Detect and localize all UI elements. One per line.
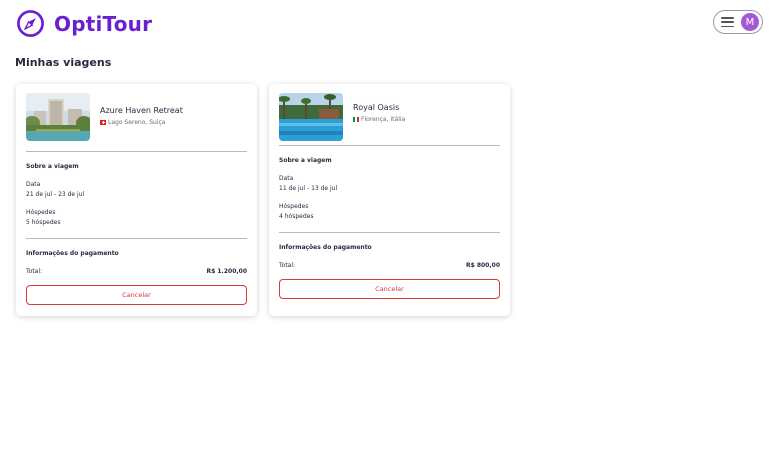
location-text: Lago Sereno, Suiça xyxy=(108,119,166,126)
hotel-name: Royal Oasis xyxy=(353,103,400,112)
avatar: M xyxy=(741,13,759,31)
date-label: Data xyxy=(26,181,41,188)
top-bar: OptiTour M xyxy=(0,0,772,46)
app-logo[interactable]: OptiTour xyxy=(16,9,152,38)
total-value: R$ 1.200,00 xyxy=(206,268,248,275)
user-menu-button[interactable]: M xyxy=(713,10,763,34)
divider xyxy=(279,232,500,233)
divider xyxy=(26,238,247,239)
hotel-location: Lago Sereno, Suiça xyxy=(100,119,165,126)
hotel-location: Florença, Itália xyxy=(353,116,405,123)
italy-flag-icon xyxy=(353,117,359,122)
trip-card: Azure Haven Retreat Lago Sereno, Suiça S… xyxy=(16,84,257,316)
total-label: Total: xyxy=(279,262,296,269)
guests-label: Hóspedes xyxy=(26,209,56,216)
switzerland-flag-icon xyxy=(100,120,106,125)
total-label: Total: xyxy=(26,268,43,275)
cancel-button[interactable]: Cancelar xyxy=(26,285,247,305)
guests-value: 5 hóspedes xyxy=(26,219,61,226)
payment-info-heading: Informações do pagamento xyxy=(26,250,119,257)
about-trip-heading: Sobre a viagem xyxy=(26,163,79,170)
payment-info-heading: Informações do pagamento xyxy=(279,244,372,251)
trip-card: Royal Oasis Florença, Itália Sobre a via… xyxy=(269,84,510,316)
total-value: R$ 800,00 xyxy=(465,262,500,269)
hamburger-icon xyxy=(721,17,734,27)
date-value: 11 de jul - 13 de jul xyxy=(279,185,338,192)
cancel-button[interactable]: Cancelar xyxy=(279,279,500,299)
app-name: OptiTour xyxy=(54,11,153,36)
hotel-image xyxy=(26,93,90,141)
compass-icon xyxy=(17,10,44,37)
date-value: 21 de jul - 23 de jul xyxy=(26,191,85,198)
page-title: Minhas viagens xyxy=(15,56,112,69)
date-label: Data xyxy=(279,175,294,182)
divider xyxy=(279,145,500,146)
about-trip-heading: Sobre a viagem xyxy=(279,157,332,164)
hotel-name: Azure Haven Retreat xyxy=(100,106,183,115)
divider xyxy=(26,151,247,152)
guests-label: Hóspedes xyxy=(279,203,309,210)
guests-value: 4 hóspedes xyxy=(279,213,314,220)
hotel-image xyxy=(279,93,343,141)
location-text: Florença, Itália xyxy=(361,116,406,123)
